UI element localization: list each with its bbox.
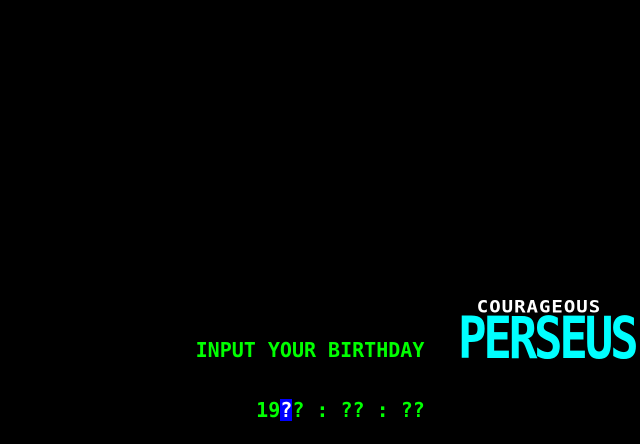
separator-1: : — [304, 398, 341, 422]
birthday-prompt-label: INPUT YOUR BIRTHDAY — [195, 338, 425, 362]
year-tens-cursor[interactable]: ? — [280, 399, 293, 421]
birthday-input[interactable]: 19?? : ?? : ?? — [208, 377, 425, 421]
subtitle-text: COURAGEOUS — [476, 297, 602, 317]
game-logo: PERSEUS COURAGEOUS — [220, 148, 639, 370]
day-field[interactable]: ?? — [401, 399, 425, 421]
game-screen: PERSEUS COURAGEOUS INPUT YOUR BIRTHDAY 1… — [0, 0, 640, 421]
year-ones[interactable]: ? — [292, 399, 304, 421]
year-prefix: 19 — [256, 398, 281, 422]
separator-2: : — [364, 398, 401, 422]
month-field[interactable]: ?? — [340, 399, 364, 421]
